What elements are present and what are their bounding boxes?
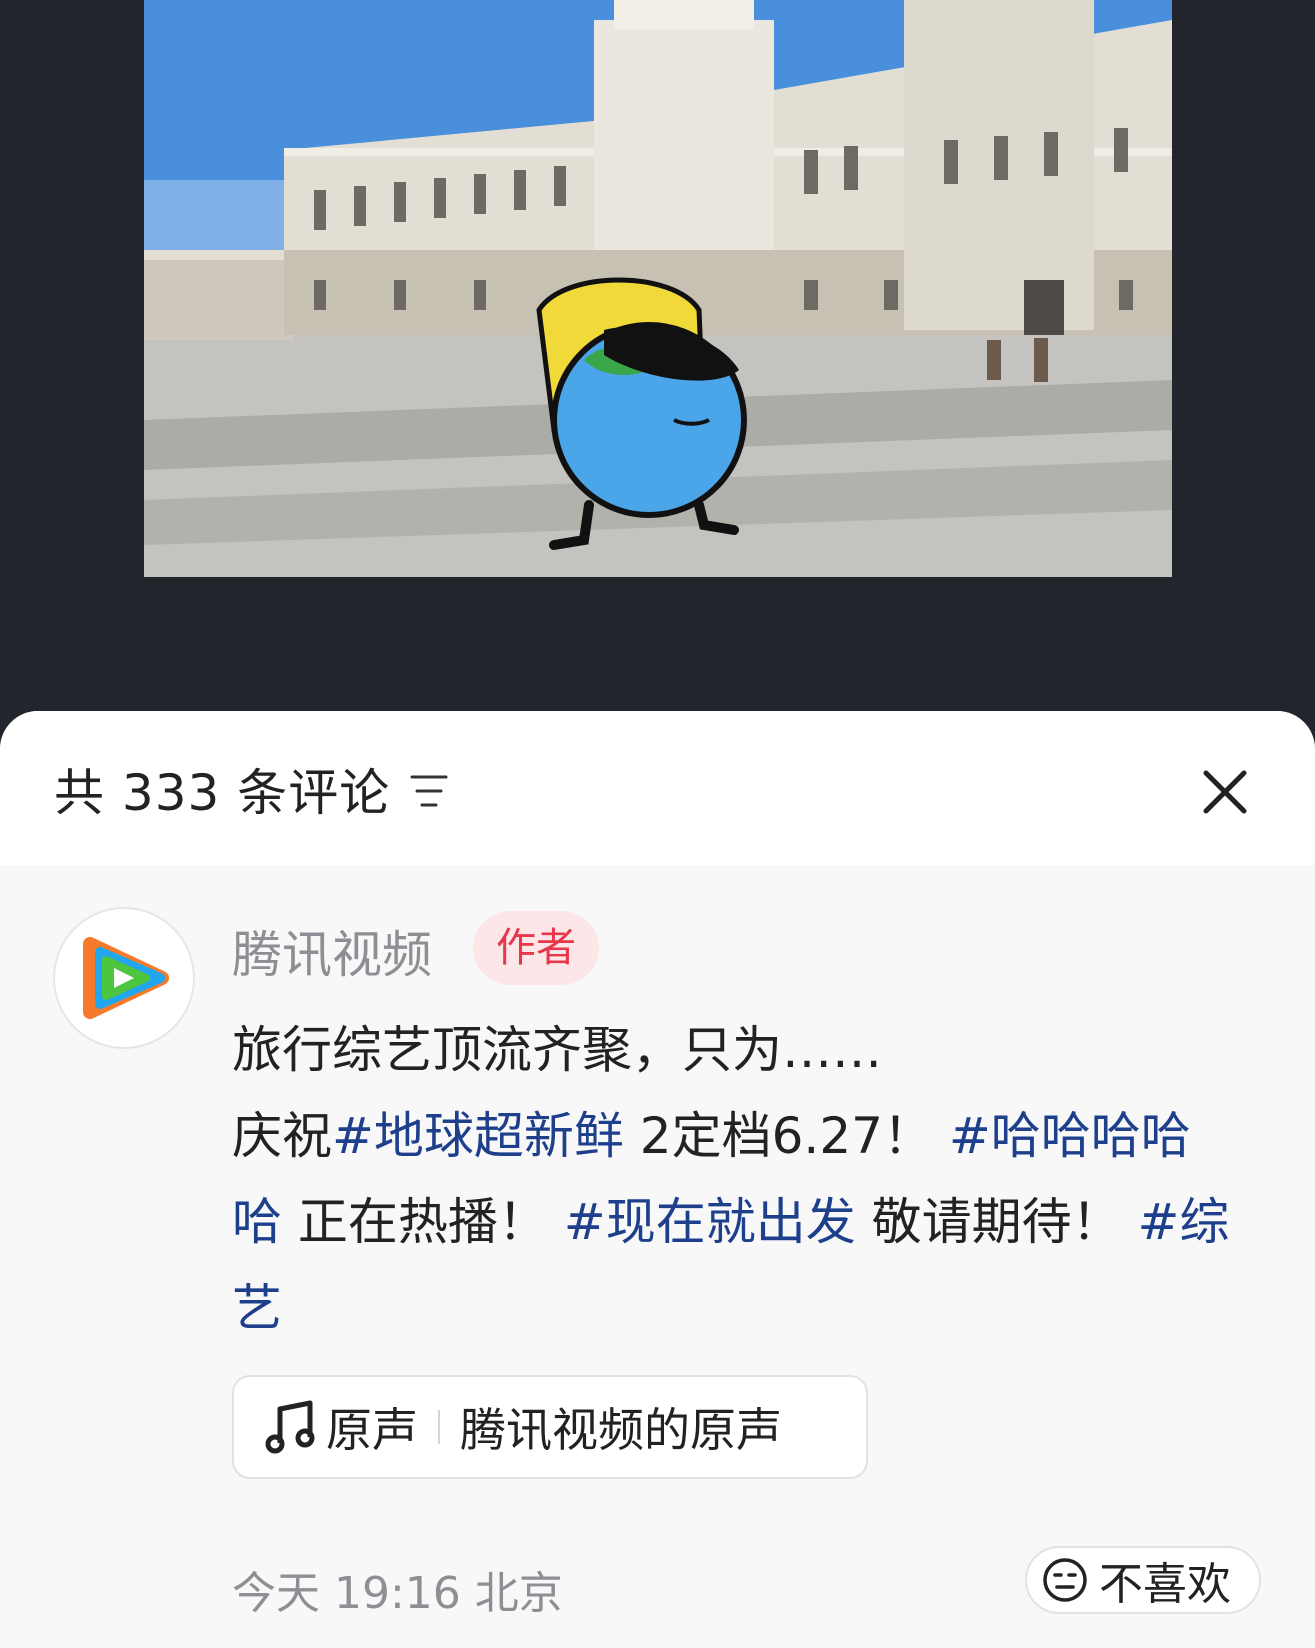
original-sound-card[interactable]: 原声 腾讯视频的原声 <box>232 1375 868 1479</box>
comment-text-segment: 正在热播！ <box>282 1193 564 1251</box>
comment-text-segment: 敬请期待！ <box>855 1193 1138 1251</box>
comment-text-prefix: 庆祝 <box>232 1107 332 1165</box>
hashtag-link[interactable]: #地球超新鲜 <box>332 1107 624 1165</box>
close-icon[interactable] <box>1200 767 1250 817</box>
comment-text: 旅行综艺顶流齐聚，只为…… 庆祝#地球超新鲜 2定档6.27！ #哈哈哈哈哈 正… <box>232 1007 1232 1351</box>
timestamp-location: 今天 19:16 北京 <box>232 1568 563 1619</box>
music-name: 腾讯视频的原声 <box>460 1403 782 1457</box>
music-label: 原声 <box>326 1403 418 1457</box>
divider <box>438 1410 440 1444</box>
comment-text-segment: 2定档6.27！ <box>623 1107 949 1165</box>
hashtag-link[interactable]: #现在就出发 <box>564 1193 856 1251</box>
comment-line-1: 旅行综艺顶流齐聚，只为…… <box>232 1021 882 1079</box>
neutral-face-icon <box>1043 1558 1087 1602</box>
comment-count-title: 共 333 条评论 <box>54 764 391 822</box>
comment-body: 庆祝#地球超新鲜 2定档6.27！ #哈哈哈哈哈 正在热播！ #现在就出发 敬请… <box>232 1093 1232 1351</box>
username[interactable]: 腾讯视频 <box>232 915 432 987</box>
music-note-icon <box>265 1400 315 1454</box>
dislike-label: 不喜欢 <box>1099 1559 1231 1610</box>
avatar[interactable] <box>53 907 195 1049</box>
dislike-button[interactable]: 不喜欢 <box>1025 1546 1261 1614</box>
comment-sheet: 共 333 条评论 腾讯视频 作者 旅行综艺顶流齐聚，只为…… 庆祝#地球超新鲜… <box>0 711 1315 1648</box>
author-badge: 作者 <box>473 911 599 985</box>
filter-icon[interactable] <box>408 771 450 811</box>
video-frame[interactable] <box>144 0 1172 577</box>
tencent-video-logo-icon <box>83 937 169 1019</box>
sheet-header: 共 333 条评论 <box>0 711 1315 865</box>
